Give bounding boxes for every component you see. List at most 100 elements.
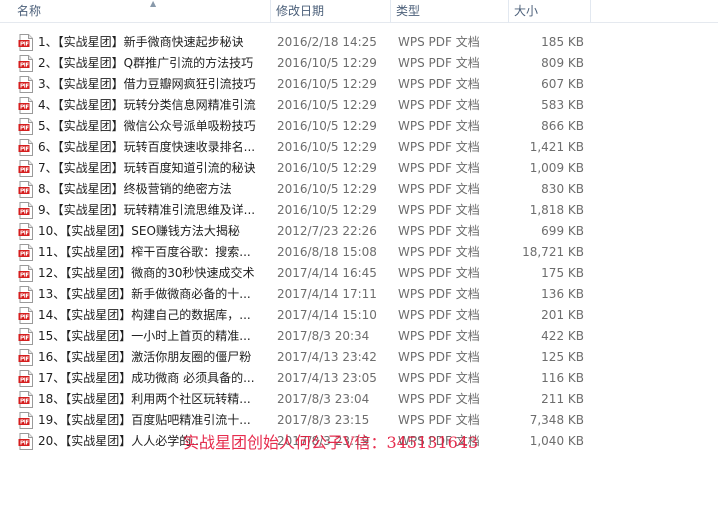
pdf-file-icon	[18, 349, 34, 366]
file-row[interactable]: 19、【实战星团】百度贴吧精准引流十... 2017/8/3 23:15 WPS P…	[0, 410, 600, 431]
file-date: 2016/10/5 12:29	[277, 161, 377, 175]
column-header-type[interactable]: 类型	[391, 0, 509, 23]
file-row[interactable]: 13、【实战星团】新手做微商必备的十... 2017/4/14 17:11 WPS …	[0, 284, 600, 305]
file-size: 125 KB	[541, 350, 584, 364]
pdf-file-icon	[18, 202, 34, 219]
file-date: 2017/4/13 23:05	[277, 371, 377, 385]
file-type: WPS PDF 文档	[398, 161, 480, 175]
file-type: WPS PDF 文档	[398, 98, 480, 112]
file-date: 2017/8/3 23:19	[277, 434, 370, 448]
pdf-file-icon	[18, 244, 34, 261]
file-row[interactable]: 5、【实战星团】微信公众号派单吸粉技巧 2016/10/5 12:29 WPS PD…	[0, 116, 600, 137]
file-size: 699 KB	[541, 224, 584, 238]
column-header-name-label: 名称	[17, 4, 42, 18]
file-row[interactable]: 1、【实战星团】新手微商快速起步秘诀 2016/2/18 14:25 WPS PDF…	[0, 32, 600, 53]
pdf-file-icon	[18, 118, 34, 135]
file-date: 2016/10/5 12:29	[277, 203, 377, 217]
file-row[interactable]: 8、【实战星团】终极营销的绝密方法 2016/10/5 12:29 WPS PDF …	[0, 179, 600, 200]
file-type: WPS PDF 文档	[398, 77, 480, 91]
file-name: 3、【实战星团】借力豆瓣网疯狂引流技巧	[38, 77, 256, 91]
file-row[interactable]: 7、【实战星团】玩转百度知道引流的秘诀 2016/10/5 12:29 WPS PD…	[0, 158, 600, 179]
file-date: 2017/4/14 17:11	[277, 287, 377, 301]
file-size: 1,040 KB	[529, 434, 584, 448]
file-row[interactable]: 17、【实战星团】成功微商 必须具备的... 2017/4/13 23:05 WPS…	[0, 368, 600, 389]
file-name: 5、【实战星团】微信公众号派单吸粉技巧	[38, 119, 256, 133]
file-row[interactable]: 10、【实战星团】SEO赚钱方法大揭秘 2012/7/23 22:26 WPS PD…	[0, 221, 600, 242]
file-row[interactable]: 18、【实战星团】利用两个社区玩转精... 2017/8/3 23:04 WPS P…	[0, 389, 600, 410]
file-size: 116 KB	[541, 371, 584, 385]
file-row[interactable]: 20、【实战星团】人人必学的... 2017/8/3 23:19 WPS PDF 文…	[0, 431, 600, 452]
pdf-file-icon	[18, 265, 34, 282]
file-date: 2017/8/3 23:04	[277, 392, 370, 406]
file-size: 1,421 KB	[529, 140, 584, 154]
file-type: WPS PDF 文档	[398, 245, 480, 259]
file-type: WPS PDF 文档	[398, 140, 480, 154]
file-size: 583 KB	[541, 98, 584, 112]
file-name: 20、【实战星团】人人必学的...	[38, 434, 203, 448]
file-name: 6、【实战星团】玩转百度快速收录排名...	[38, 140, 256, 154]
file-name: 8、【实战星团】终极营销的绝密方法	[38, 182, 232, 196]
file-type: WPS PDF 文档	[398, 203, 480, 217]
file-name: 16、【实战星团】激活你朋友圈的僵尸粉	[38, 350, 252, 364]
file-type: WPS PDF 文档	[398, 56, 480, 70]
file-row[interactable]: 11、【实战星团】榨干百度谷歌：搜索... 2016/8/18 15:08 WPS …	[0, 242, 600, 263]
file-type: WPS PDF 文档	[398, 308, 480, 322]
file-date: 2017/8/3 23:15	[277, 413, 370, 427]
pdf-file-icon	[18, 307, 34, 324]
file-size: 211 KB	[541, 392, 584, 406]
file-name: 7、【实战星团】玩转百度知道引流的秘诀	[38, 161, 256, 175]
file-date: 2016/10/5 12:29	[277, 119, 377, 133]
file-name: 19、【实战星团】百度贴吧精准引流十...	[38, 413, 251, 427]
column-header-name[interactable]: 名称 ▲	[13, 0, 271, 23]
file-size: 136 KB	[541, 287, 584, 301]
file-size: 185 KB	[541, 35, 584, 49]
file-type: WPS PDF 文档	[398, 434, 480, 448]
pdf-file-icon	[18, 223, 34, 240]
pdf-file-icon	[18, 391, 34, 408]
file-type: WPS PDF 文档	[398, 224, 480, 238]
file-date: 2016/10/5 12:29	[277, 140, 377, 154]
file-size: 607 KB	[541, 77, 584, 91]
pdf-file-icon	[18, 286, 34, 303]
file-row[interactable]: 2、【实战星团】Q群推广引流的方法技巧 2016/10/5 12:29 WPS PD…	[0, 53, 600, 74]
file-date: 2017/4/14 16:45	[277, 266, 377, 280]
file-size: 1,009 KB	[529, 161, 584, 175]
file-row[interactable]: 14、【实战星团】构建自己的数据库，... 2017/4/14 15:10 WPS …	[0, 305, 600, 326]
file-size: 7,348 KB	[529, 413, 584, 427]
file-row[interactable]: 16、【实战星团】激活你朋友圈的僵尸粉 2017/4/13 23:42 WPS PD…	[0, 347, 600, 368]
file-type: WPS PDF 文档	[398, 350, 480, 364]
file-size: 830 KB	[541, 182, 584, 196]
file-row[interactable]: 6、【实战星团】玩转百度快速收录排名... 2016/10/5 12:29 WPS …	[0, 137, 600, 158]
file-date: 2016/10/5 12:29	[277, 56, 377, 70]
pdf-file-icon	[18, 139, 34, 156]
file-name: 10、【实战星团】SEO赚钱方法大揭秘	[38, 224, 240, 238]
file-date: 2017/4/13 23:42	[277, 350, 377, 364]
file-type: WPS PDF 文档	[398, 287, 480, 301]
column-header-date[interactable]: 修改日期	[271, 0, 391, 23]
file-name: 4、【实战星团】玩转分类信息网精准引流	[38, 98, 256, 112]
column-header-size[interactable]: 大小	[509, 0, 591, 23]
file-row[interactable]: 15、【实战星团】一小时上首页的精准... 2017/8/3 20:34 WPS P…	[0, 326, 600, 347]
file-row[interactable]: 12、【实战星团】微商的30秒快速成交术 2017/4/14 16:45 WPS P…	[0, 263, 600, 284]
file-date: 2016/10/5 12:29	[277, 182, 377, 196]
file-row[interactable]: 4、【实战星团】玩转分类信息网精准引流 2016/10/5 12:29 WPS PD…	[0, 95, 600, 116]
pdf-file-icon	[18, 55, 34, 72]
file-date: 2012/7/23 22:26	[277, 224, 377, 238]
file-date: 2016/10/5 12:29	[277, 98, 377, 112]
pdf-file-icon	[18, 370, 34, 387]
file-size: 175 KB	[541, 266, 584, 280]
pdf-file-icon	[18, 160, 34, 177]
file-row[interactable]: 9、【实战星团】玩转精准引流思维及详... 2016/10/5 12:29 WPS …	[0, 200, 600, 221]
file-name: 11、【实战星团】榨干百度谷歌：搜索...	[38, 245, 251, 259]
file-date: 2017/8/3 20:34	[277, 329, 370, 343]
file-name: 2、【实战星团】Q群推广引流的方法技巧	[38, 56, 254, 70]
file-name: 9、【实战星团】玩转精准引流思维及详...	[38, 203, 256, 217]
file-name: 12、【实战星团】微商的30秒快速成交术	[38, 266, 255, 280]
pdf-file-icon	[18, 181, 34, 198]
file-size: 866 KB	[541, 119, 584, 133]
file-row[interactable]: 3、【实战星团】借力豆瓣网疯狂引流技巧 2016/10/5 12:29 WPS PD…	[0, 74, 600, 95]
file-size: 1,818 KB	[529, 203, 584, 217]
file-date: 2016/2/18 14:25	[277, 35, 377, 49]
file-type: WPS PDF 文档	[398, 371, 480, 385]
file-type: WPS PDF 文档	[398, 182, 480, 196]
